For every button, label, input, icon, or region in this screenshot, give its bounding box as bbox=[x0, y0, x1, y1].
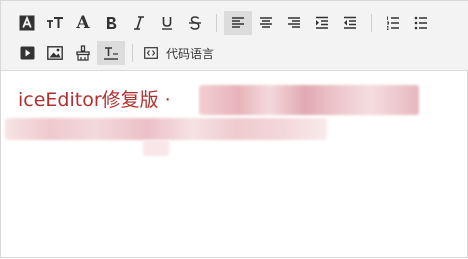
align-left-button[interactable] bbox=[224, 11, 252, 35]
align-center-button[interactable] bbox=[252, 11, 280, 35]
toolbar-separator bbox=[371, 14, 372, 32]
outdent-icon bbox=[344, 16, 356, 29]
redacted-text-block bbox=[5, 118, 327, 140]
font-size-icon bbox=[47, 17, 63, 28]
bold-button[interactable] bbox=[97, 11, 125, 35]
align-right-icon bbox=[288, 17, 300, 28]
redacted-text-block bbox=[143, 140, 169, 156]
indent-icon bbox=[316, 16, 328, 29]
ordered-list-button[interactable] bbox=[379, 11, 407, 35]
content-text-line: iceEditor修复版 · bbox=[18, 89, 171, 111]
unordered-list-button[interactable] bbox=[407, 11, 435, 35]
clear-format-icon bbox=[104, 47, 118, 60]
align-left-icon bbox=[232, 17, 244, 28]
editor-toolbar: A 代码语言 bbox=[1, 1, 468, 71]
toolbar-row-formatting: A bbox=[13, 11, 435, 35]
format-painter-icon bbox=[76, 45, 90, 61]
video-button[interactable] bbox=[13, 41, 41, 65]
indent-button[interactable] bbox=[308, 11, 336, 35]
heading-icon bbox=[19, 15, 35, 31]
outdent-button[interactable] bbox=[336, 11, 364, 35]
code-icon bbox=[144, 47, 158, 59]
toolbar-separator bbox=[216, 14, 217, 32]
strikethrough-icon bbox=[189, 16, 201, 30]
redacted-text-block bbox=[199, 85, 419, 115]
toolbar-separator bbox=[132, 44, 133, 62]
font-size-button[interactable] bbox=[41, 11, 69, 35]
font-color-button[interactable]: A bbox=[69, 11, 97, 35]
rich-text-editor: A 代码语言 iceEditor修复版 · bbox=[0, 0, 468, 258]
code-language-button[interactable]: 代码语言 bbox=[140, 41, 218, 65]
italic-icon bbox=[134, 16, 144, 30]
underline-button[interactable] bbox=[153, 11, 181, 35]
align-center-icon bbox=[260, 17, 272, 28]
toolbar-row-insert: 代码语言 bbox=[13, 41, 218, 65]
clear-format-button[interactable] bbox=[97, 41, 125, 65]
video-icon bbox=[20, 46, 34, 60]
format-painter-button[interactable] bbox=[69, 41, 97, 65]
image-icon bbox=[47, 46, 63, 60]
strikethrough-button[interactable] bbox=[181, 11, 209, 35]
bold-icon bbox=[107, 17, 117, 29]
editor-content-area[interactable]: iceEditor修复版 · bbox=[1, 71, 468, 259]
underline-icon bbox=[162, 17, 172, 30]
align-right-button[interactable] bbox=[280, 11, 308, 35]
ordered-list-icon bbox=[387, 16, 399, 30]
image-button[interactable] bbox=[41, 41, 69, 65]
italic-button[interactable] bbox=[125, 11, 153, 35]
font-color-icon: A bbox=[76, 12, 90, 33]
heading-button[interactable] bbox=[13, 11, 41, 35]
unordered-list-icon bbox=[414, 16, 427, 30]
code-language-label: 代码语言 bbox=[166, 46, 215, 61]
